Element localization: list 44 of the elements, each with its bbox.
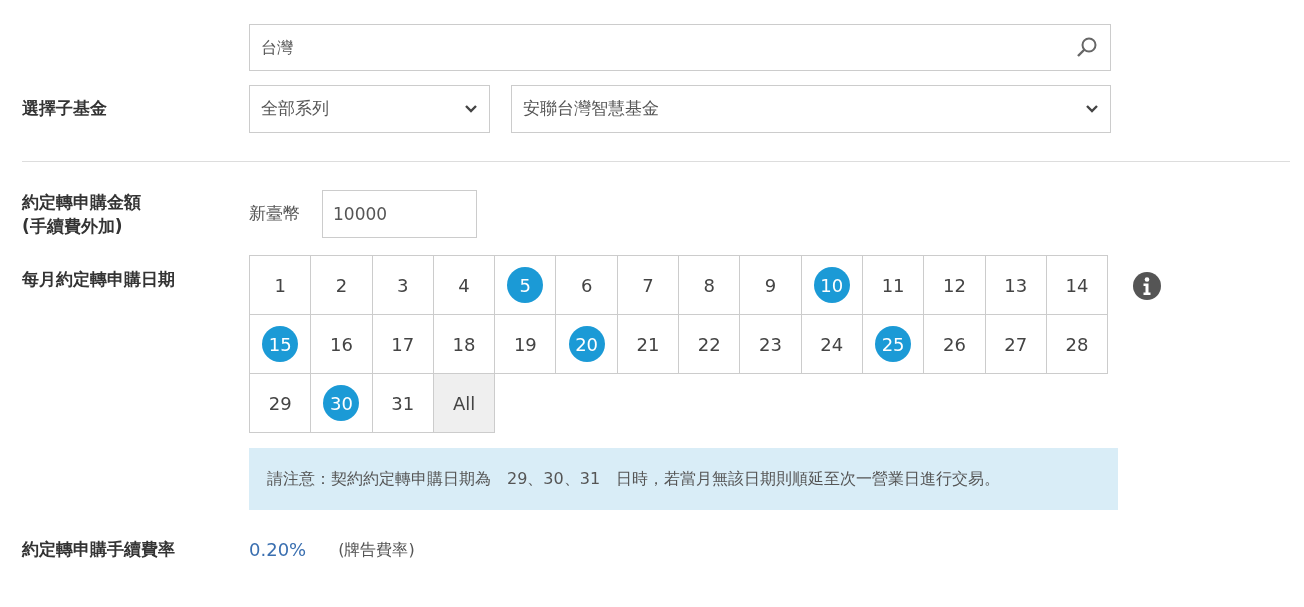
day-cell[interactable]: 24 <box>801 315 863 374</box>
day-cell[interactable]: 22 <box>679 315 741 374</box>
info-icon[interactable] <box>1132 271 1163 301</box>
day-cell[interactable]: 17 <box>372 315 434 374</box>
day-cell[interactable]: 12 <box>924 256 986 315</box>
day-cell[interactable]: 6 <box>556 256 618 315</box>
chevron-down-icon <box>1085 104 1099 114</box>
series-select[interactable]: 全部系列 <box>249 85 490 133</box>
day-cell[interactable]: 16 <box>311 315 373 374</box>
day-cell[interactable]: 31 <box>372 374 434 433</box>
chevron-down-icon <box>464 104 478 114</box>
day-cell[interactable]: 28 <box>1046 315 1109 374</box>
field-label: 約定轉申購手續費率 <box>20 537 176 561</box>
day-cell[interactable]: 13 <box>985 256 1047 315</box>
day-cell[interactable]: 21 <box>617 315 680 374</box>
select-value: 安聯台灣智慧基金 <box>523 97 659 121</box>
field-label: 選擇子基金 <box>21 97 108 121</box>
day-cell[interactable]: 9 <box>740 256 802 315</box>
day-cell[interactable]: 29 <box>250 374 312 433</box>
day-cell[interactable]: 8 <box>679 256 741 315</box>
day-cell[interactable]: 2 <box>311 256 373 315</box>
notice-text: 請注意：契約約定轉申購日期為 29、30、31 日時，若當月無該日期則順延至次一營業日進行交易。 <box>249 448 1118 510</box>
currency-label: 新臺幣 <box>249 202 300 226</box>
day-cell[interactable]: 19 <box>495 315 557 374</box>
day-cell[interactable]: 27 <box>985 315 1047 374</box>
day-cell[interactable]: 3 <box>372 256 434 315</box>
search-field[interactable]: 台灣 <box>249 24 1111 71</box>
field-label-note: (手續費外加) <box>22 215 124 238</box>
day-cell[interactable]: 7 <box>617 256 680 315</box>
select-value: 全部系列 <box>261 97 329 121</box>
fee-rate: 0.20% <box>249 538 307 562</box>
all-days-button[interactable]: All <box>433 374 496 433</box>
day-cell[interactable]: 26 <box>924 315 986 374</box>
fund-select[interactable]: 安聯台灣智慧基金 <box>511 85 1111 133</box>
search-input[interactable]: 台灣 <box>261 35 1041 60</box>
amount-input[interactable]: 10000 <box>322 190 477 238</box>
day-cell[interactable]: 14 <box>1046 256 1109 315</box>
field-label: 每月約定轉申購日期 <box>21 268 176 291</box>
fee-note: (牌告費率) <box>338 538 415 561</box>
field-label: 約定轉申購金額 <box>22 191 142 214</box>
day-cell[interactable]: 1 <box>250 256 312 315</box>
day-cell[interactable]: 4 <box>433 256 496 315</box>
day-cell[interactable]: 23 <box>740 315 802 374</box>
day-cell[interactable]: 11 <box>862 256 925 315</box>
